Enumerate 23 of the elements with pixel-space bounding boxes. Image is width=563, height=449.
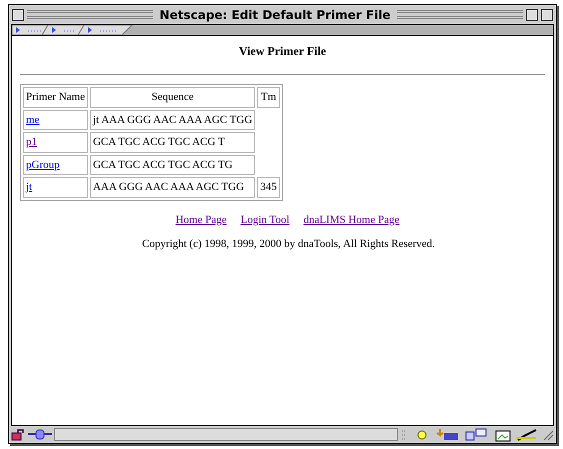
close-box[interactable] (12, 8, 24, 20)
resize-grip-icon[interactable] (542, 428, 554, 440)
plug-icon (28, 429, 52, 440)
table-cell: AAA GGG AAC AAA AGC TGG (90, 177, 256, 198)
table-cell: GCA TGC ACG TGC ACG T (90, 132, 256, 152)
primer-link[interactable]: jt (26, 181, 32, 193)
table-cell: GCA TGC ACG TGC ACG TG (90, 154, 256, 175)
nav-link[interactable]: Login Tool (240, 212, 290, 228)
table-cell: jt AAA GGG AAC AAA AGC TGG (90, 110, 256, 130)
nav-link[interactable]: dnaLIMS Home Page (303, 212, 400, 228)
page-heading: View Primer File (238, 43, 326, 60)
column-header: Primer Name (23, 87, 88, 108)
primer-link[interactable]: me (26, 114, 40, 126)
zoom-box[interactable] (526, 8, 538, 20)
column-header: Tm (257, 87, 280, 108)
table-cell: 345 (257, 177, 280, 198)
column-header: Sequence (90, 87, 256, 108)
copyright-text: Copyright (c) 1998, 1999, 2000 by dnaTools, All Rights Reserved. (142, 237, 435, 252)
nav-link[interactable]: Home Page (176, 212, 227, 228)
window-title: Netscape: Edit Default Primer File (158, 6, 392, 24)
primer-link[interactable]: p1 (26, 136, 37, 148)
collapse-box[interactable] (541, 8, 553, 20)
security-lock-icon[interactable] (11, 428, 26, 441)
